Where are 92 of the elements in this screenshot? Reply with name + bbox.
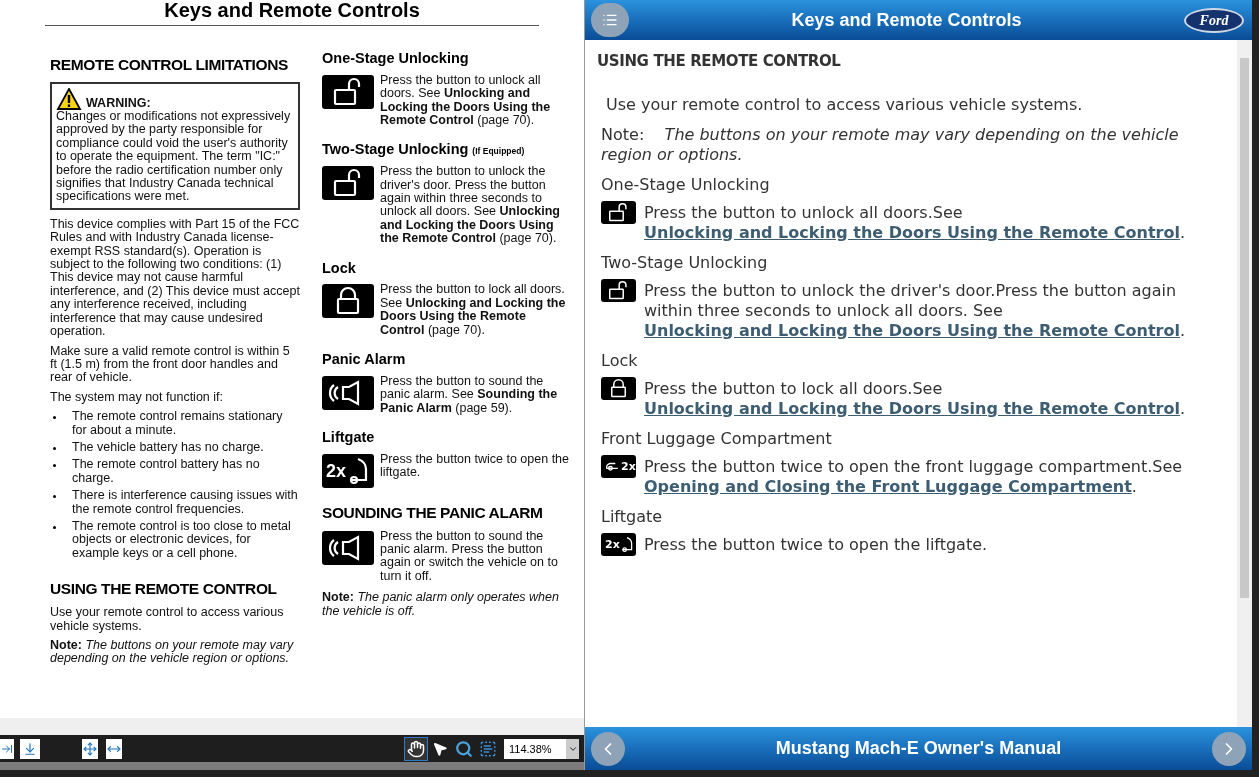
item-heading: Liftgate: [601, 506, 664, 527]
item-heading: One-Stage Unlocking: [601, 174, 771, 195]
manual-link[interactable]: Unlocking and Locking the Doors Using the Remote Control: [644, 320, 1180, 340]
bullet-icon: [53, 464, 56, 468]
body-text: The system may not function if:: [50, 390, 224, 405]
bullet-text: There is interference causing issues with the remote control frequencies.: [72, 489, 299, 516]
body-text: Press the button to unlock the driver's door. Press the button again within three seconds to unlock all doors. See Unlocking and Locking the Doors Using the Remote Control (page 70).: [380, 165, 561, 246]
fit-page-button[interactable]: [82, 738, 98, 759]
horizontal-scrollbar[interactable]: [0, 762, 584, 770]
lock-icon: [322, 284, 374, 319]
zoom-icon: [455, 739, 473, 758]
subsection-heading: Liftgate: [322, 427, 375, 447]
body-text: Press the button twice to open the liftgate.: [380, 452, 570, 480]
body-text: Press the button to unlock all doors. See Unlocking and Locking the Doors Using the Remote Control (page 70).: [380, 73, 552, 128]
section-heading: SOUNDING THE PANIC ALARM: [322, 503, 544, 522]
car-outline-icon: [605, 461, 619, 471]
subsection-heading: Two-Stage Unlocking: [322, 140, 469, 160]
body-text: Press the button to sound the panic alarm. Press the button again or switch the vehicle on to turn it off.: [380, 529, 559, 584]
bullet-icon: [53, 495, 56, 499]
bullet-text: The remote control battery has no charge.: [72, 458, 261, 486]
fit-width-button[interactable]: [106, 738, 122, 759]
item-text-end: .: [1131, 476, 1137, 496]
bullet-icon: [53, 446, 56, 450]
bullet-text: The vehicle battery has no charge.: [72, 440, 264, 455]
icon-label: 2x: [326, 461, 347, 480]
item-heading: Two-Stage Unlocking: [601, 252, 769, 273]
manual-link[interactable]: Unlocking and Locking the Doors Using the Remote Control: [644, 222, 1180, 242]
subsection-heading: Lock: [322, 258, 356, 278]
manual-link[interactable]: Unlocking and Locking the Doors Using the Remote Control: [644, 398, 1180, 418]
last-page-button[interactable]: [20, 738, 40, 759]
lock-icon: [601, 376, 636, 400]
ford-logo: Ford: [1184, 7, 1244, 33]
hand-icon: [407, 739, 425, 758]
item-heading: Lock: [601, 350, 639, 371]
scrollbar-thumb[interactable]: [1240, 58, 1249, 598]
menu-button[interactable]: [591, 3, 629, 37]
body-text: This device complies with Part 15 of the FCC Rules and with Industry Canada license-exempt RSS standard(s). Operation is subject to the following two conditions: (1) This device may not cause harmful interference, and (2) This device must accept any interference received, including interference that may cause undesired operation.: [50, 217, 300, 339]
body-text: Press the button to sound the panic alarm. See Sounding the Panic Alarm (page 59).: [380, 374, 559, 415]
zoom-field[interactable]: 114.38%: [504, 738, 566, 759]
text-select-icon: [479, 739, 497, 758]
body-text: Press the button to lock all doors. See Unlocking and Locking the Doors Using the Remote Control (page 70).: [380, 283, 567, 337]
footer-title: Mustang Mach-E Owner's Manual: [774, 737, 1063, 760]
arrow-right-icon: [1, 742, 13, 755]
previous-button[interactable]: [591, 731, 625, 766]
item-text: Press the button to unlock the driver's door.Press the button again within three seconds to unlock all doors. See: [644, 280, 1177, 320]
page-title: Keys and Remote Controls: [164, 0, 420, 23]
warning-text: Changes or modifications not expressively approved by the party responsible for compliance could void the user's authority to operate the equipment. The term "IC:" before the radio certification number only signifies that Industry Canada technical specifications were met.: [56, 110, 292, 204]
next-button[interactable]: [1212, 731, 1246, 766]
unlock-icon: [322, 166, 374, 201]
subsection-suffix: (If Equipped): [472, 145, 525, 159]
intro-text: Use your remote control to access various vehicle systems.: [606, 94, 1084, 115]
menu-icon: [602, 12, 618, 28]
bullet-text: The remote control is too close to metal objects or electronic devices, for example keys or a cell phone.: [72, 519, 292, 561]
section-heading: USING THE REMOTE CONTROL: [50, 580, 278, 599]
section-title: USING THE REMOTE CONTROL: [597, 51, 842, 72]
app-title: Keys and Remote Controls: [790, 8, 1023, 32]
item-text: Press the button twice to open the front luggage compartment.See: [644, 456, 1183, 476]
note-text: Note: The buttons on your remote may vary depending on the vehicle region or options.: [601, 124, 1180, 165]
item-text-end: .: [1179, 222, 1186, 242]
icon-label: 2x: [621, 460, 636, 472]
unlock-icon: [601, 278, 636, 302]
body-text: Make sure a valid remote control is within 5 ft (1.5 m) from the front door handles and rear of vehicle.: [50, 344, 291, 385]
bullet-icon: [53, 416, 56, 420]
subsection-heading: One-Stage Unlocking: [322, 49, 469, 68]
icon-label: 2x: [605, 538, 620, 550]
bullet-icon: [53, 525, 56, 529]
scrollbar[interactable]: [1237, 40, 1252, 727]
zoom-dropdown-button[interactable]: [566, 738, 579, 759]
subsection-heading: Panic Alarm: [322, 349, 406, 369]
panic-icon: [322, 530, 374, 565]
warning-icon: [56, 88, 82, 110]
unlock-icon: [601, 200, 636, 224]
item-text: Press the button twice to open the liftgate.: [644, 534, 988, 554]
unlock-icon: [322, 74, 374, 109]
bullet-text: The remote control remains stationary for about a minute.: [72, 410, 284, 437]
item-heading: Front Luggage Compartment: [601, 428, 833, 449]
section-heading: REMOTE CONTROL LIMITATIONS: [50, 56, 289, 74]
arrow-down-icon: [23, 741, 37, 756]
item-text-end: .: [1179, 320, 1186, 340]
warning-label: WARNING:: [86, 96, 151, 110]
item-text: Press the button to lock all doors.See: [644, 378, 943, 398]
item-text-end: .: [1179, 398, 1186, 418]
manual-link[interactable]: Opening and Closing the Front Luggage Compartment: [644, 476, 1132, 496]
hand-tool-button[interactable]: [404, 736, 428, 761]
item-text: Press the button to unlock all doors.See: [644, 202, 963, 222]
next-page-button[interactable]: [0, 738, 14, 759]
note-text: Note: The buttons on your remote may vary depending on the vehicle region or options.: [50, 639, 295, 666]
panic-icon: [322, 375, 374, 410]
pointer-icon: [432, 740, 448, 757]
note-text: Note: The panic alarm only operates when the vehicle is off.: [322, 591, 560, 619]
body-text: Use your remote control to access various vehicle systems.: [50, 606, 285, 633]
move-arrows-icon: [83, 741, 97, 756]
